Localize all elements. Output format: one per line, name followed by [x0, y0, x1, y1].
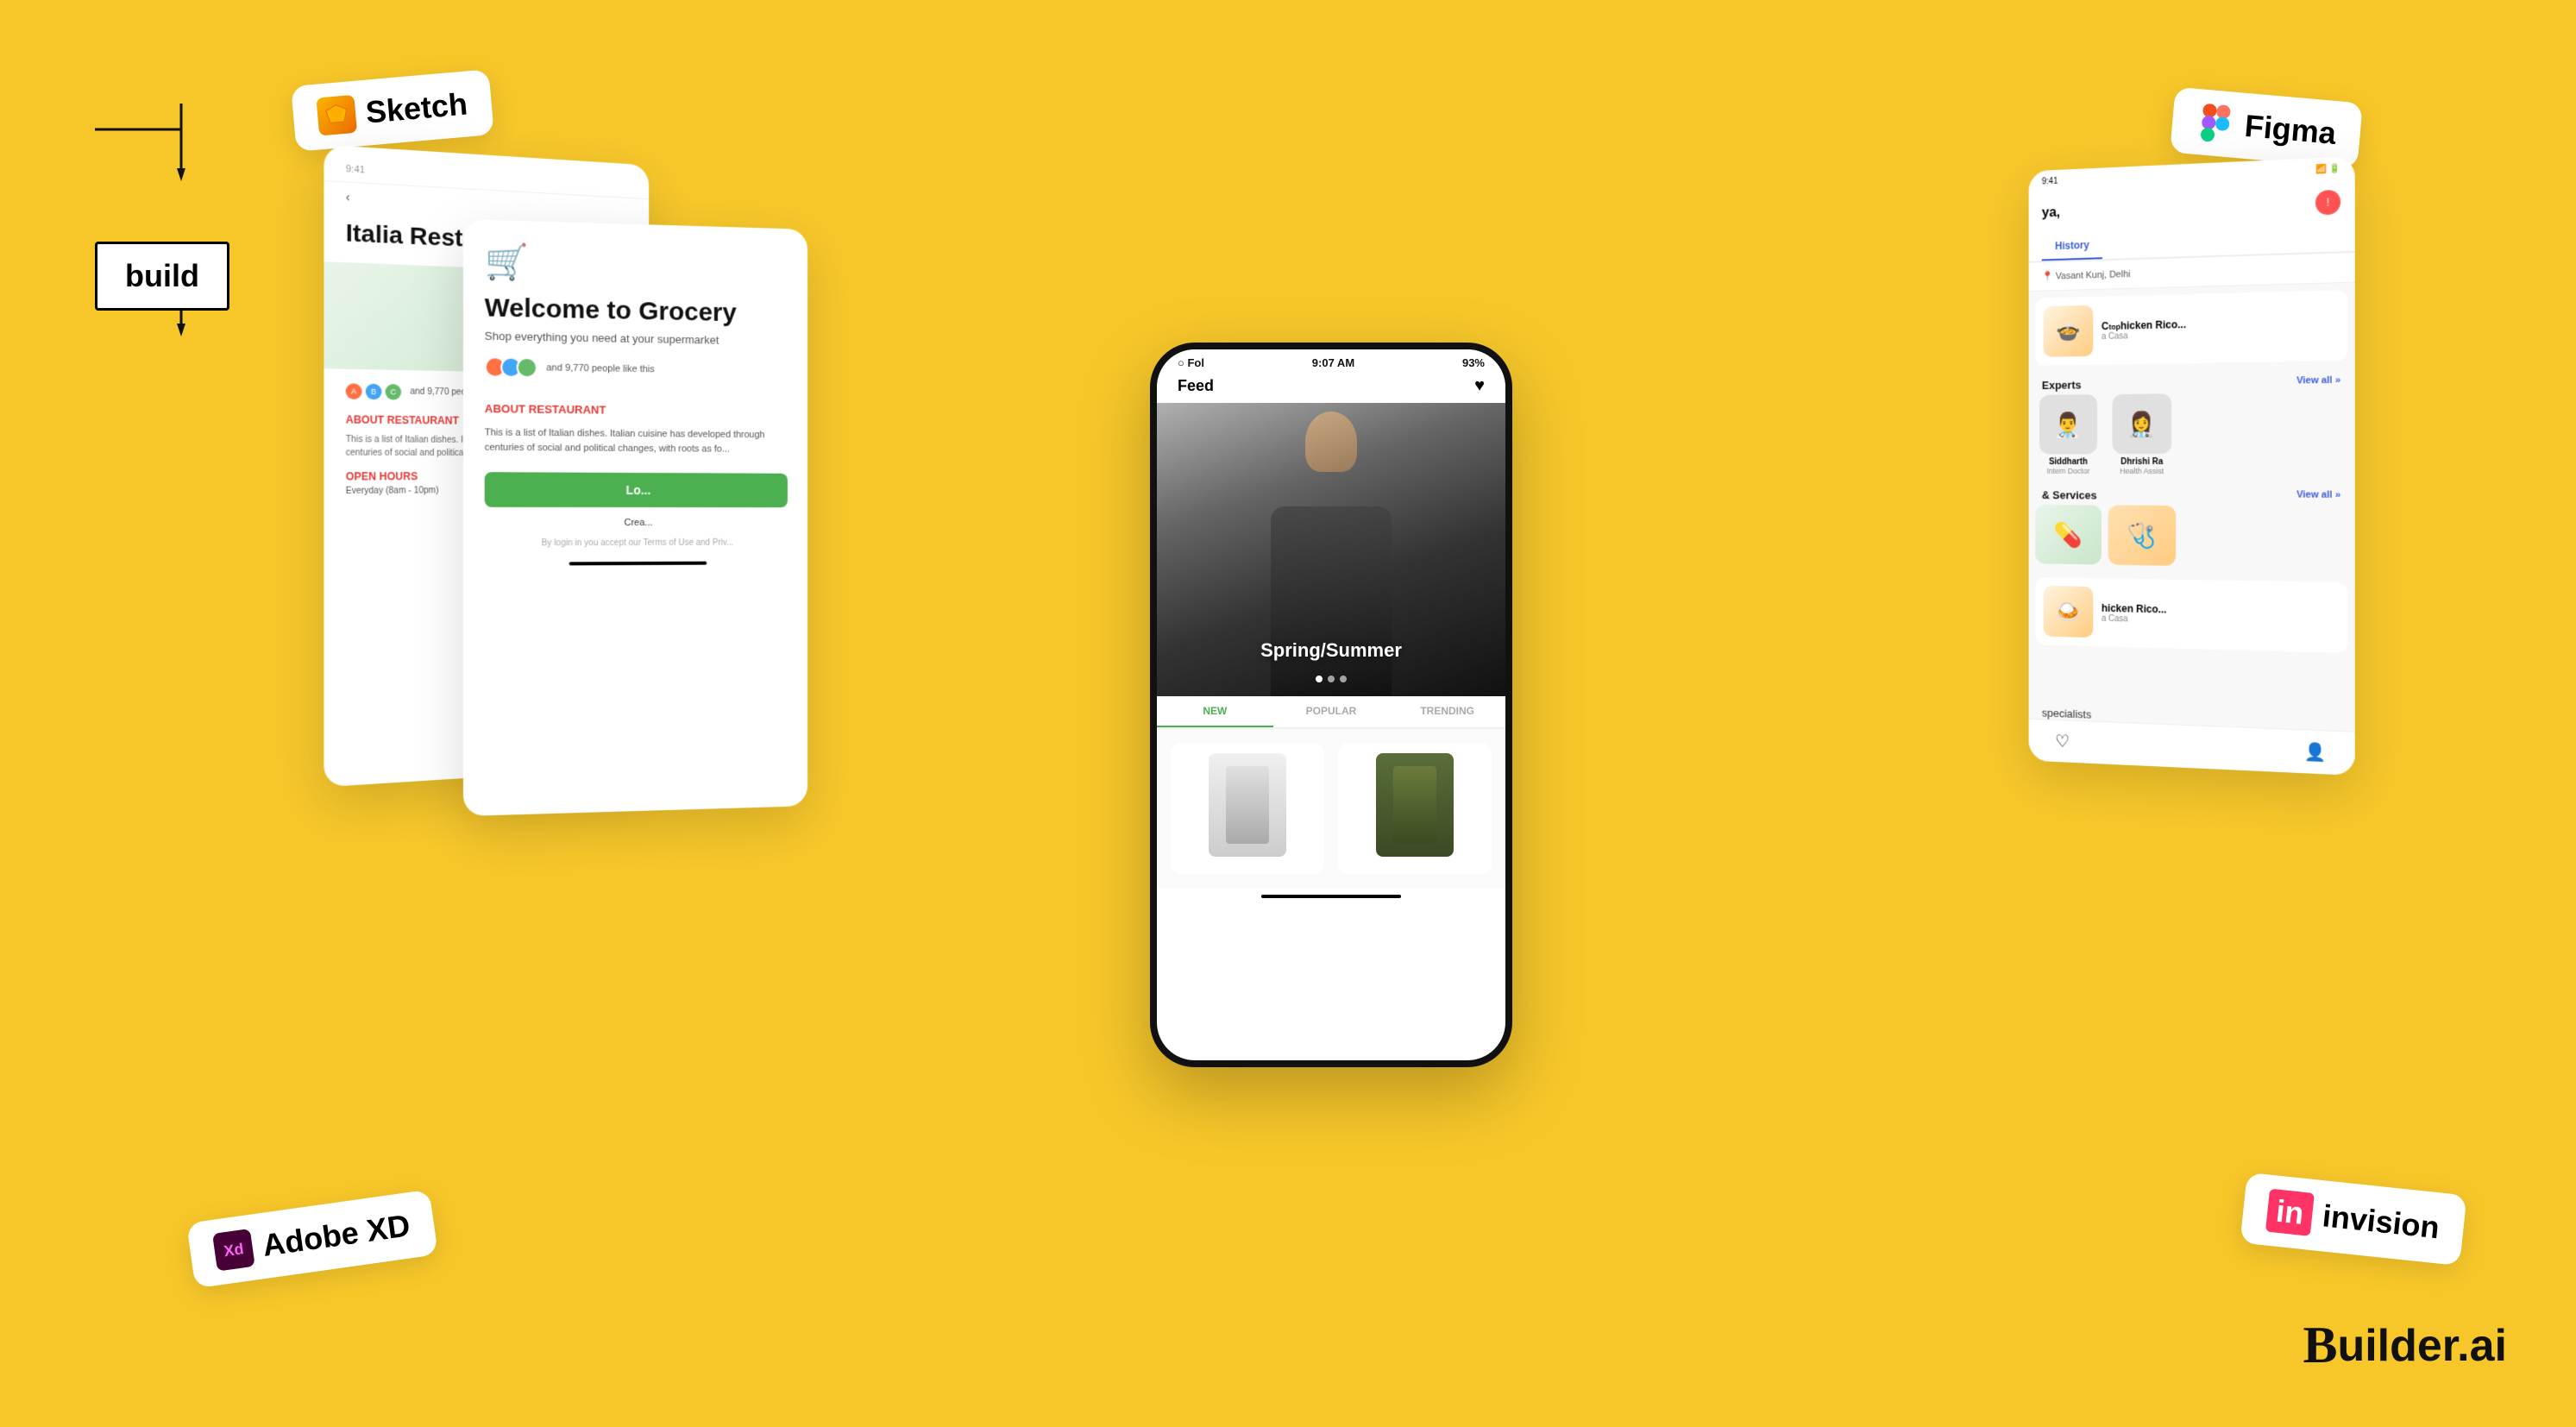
expert-1: 👨‍⚕️ Siddharth Intern Doctor — [2035, 394, 2102, 475]
screens-area: 9:41 ‹ Italia Restaurant 🥗 A B C and 9,7… — [259, 52, 2403, 1358]
phone-status-bar: ○ Fol 9:07 AM 93% — [1157, 349, 1505, 369]
heart-icon: ♥ — [1474, 376, 1485, 396]
avatar1: A — [346, 383, 362, 399]
phone-hero-image: Spring/Summer — [1157, 403, 1505, 696]
food-place-2: a Casa — [2102, 613, 2167, 625]
product-1-image — [1209, 753, 1286, 857]
phone-header: Feed ♥ — [1157, 369, 1505, 403]
product-2 — [1338, 743, 1492, 874]
grocery-create-text: Crea... — [485, 518, 788, 528]
services-view-all[interactable]: View all » — [2296, 489, 2340, 503]
grocery-home-indicator — [569, 562, 707, 566]
tab-popular[interactable]: POPULAR — [1273, 696, 1390, 727]
expert-1-role: Intern Doctor — [2035, 467, 2102, 475]
right-food-card-2: 🍛 hicken Rico... a Casa — [2035, 577, 2347, 653]
builder-b-letter: B — [2303, 1316, 2337, 1375]
product-1 — [1171, 743, 1324, 874]
food-thumb-1: 🍲 — [2044, 305, 2094, 357]
dot-3 — [1340, 676, 1347, 682]
food-info-2: hicken Rico... a Casa — [2102, 601, 2167, 625]
right-username: ya, — [2042, 205, 2060, 221]
grocery-logo: 🛒 — [485, 241, 788, 289]
right-screen: 9:41 📶 🔋 ya, ! History 📍 Vasant Kunj, De… — [2029, 156, 2355, 776]
restaurant-time: 9:41 — [346, 164, 365, 176]
right-time: 9:41 — [2042, 177, 2058, 187]
expert-2: 👩‍⚕️ Dhrishi Ra Health Assist — [2108, 393, 2176, 475]
avatar2: B — [366, 383, 382, 399]
avatar3: C — [386, 384, 402, 400]
right-notification: ! — [2315, 190, 2340, 216]
food-place-1: a Casa — [2102, 330, 2186, 342]
expert-2-avatar: 👩‍⚕️ — [2113, 393, 2172, 454]
grocery-about-text: This is a list of Italian dishes. Italia… — [463, 425, 807, 456]
grocery-screen: 🛒 Welcome to Grocery Shop everything you… — [463, 219, 807, 816]
phone-battery: 93% — [1462, 356, 1485, 369]
builder-rest-text: uilder.ai — [2337, 1320, 2507, 1372]
phone-home-indicator — [1261, 895, 1401, 898]
experts-list: 👨‍⚕️ Siddharth Intern Doctor 👩‍⚕️ Dhrish… — [2029, 392, 2355, 483]
expert-1-name: Siddharth — [2035, 457, 2102, 467]
dot-2 — [1328, 676, 1335, 682]
product-2-image — [1376, 753, 1454, 857]
food-thumb-2: 🍛 — [2044, 586, 2094, 638]
builder-logo: Builder.ai — [2303, 1316, 2507, 1375]
right-services-header: & Services View all » — [2029, 482, 2355, 507]
adobe-xd-icon: Xd — [212, 1229, 255, 1272]
grocery-likes: and 9,770 people like this — [485, 356, 788, 381]
hero-pagination-dots — [1316, 676, 1347, 682]
food-name-2: hicken Rico... — [2102, 601, 2167, 615]
dot-1 — [1316, 676, 1323, 682]
grocery-title: Welcome to Grocery — [485, 292, 788, 330]
right-signal: 📶 🔋 — [2315, 164, 2340, 175]
experts-label: Experts — [2042, 379, 2082, 392]
heart-nav-icon[interactable]: ♡ — [2055, 731, 2070, 752]
grocery-avatar3 — [517, 357, 537, 379]
grocery-login-button[interactable]: Lo... — [485, 472, 788, 507]
service-1: 💊 — [2035, 505, 2102, 565]
right-food-card-1: 🍲 Ctophicken Rico... a Casa — [2035, 290, 2347, 366]
grocery-like-text: and 9,770 people like this — [546, 362, 654, 374]
build-label: build — [125, 258, 199, 293]
right-experts-header: Experts View all » — [2029, 368, 2355, 395]
experts-view-all[interactable]: View all » — [2296, 375, 2340, 389]
expert-2-name: Dhrishi Ra — [2108, 457, 2176, 467]
services-grid: 💊 🩺 — [2029, 505, 2355, 575]
expert-2-role: Health Assist — [2108, 467, 2176, 475]
food-name-1: Ctophicken Rico... — [2102, 318, 2186, 332]
grocery-about-header: ABOUT RESTAURANT — [463, 391, 807, 428]
tab-trending[interactable]: TRENDING — [1389, 696, 1505, 727]
phone-time: 9:07 AM — [1312, 356, 1354, 369]
build-box: build — [69, 242, 204, 311]
food-info-1: Ctophicken Rico... a Casa — [2102, 318, 2186, 342]
profile-nav-icon[interactable]: 👤 — [2304, 741, 2327, 764]
phone-carrier: ○ Fol — [1178, 356, 1204, 369]
tab-new[interactable]: NEW — [1157, 696, 1273, 727]
services-label: & Services — [2042, 488, 2097, 501]
grocery-subtitle: Shop everything you need at your superma… — [485, 330, 788, 348]
phone-tabs: NEW POPULAR TRENDING — [1157, 696, 1505, 729]
expert-1-avatar: 👨‍⚕️ — [2039, 394, 2097, 454]
grocery-terms: By login in you accept our Terms of Use … — [463, 538, 807, 549]
phone-products-grid — [1157, 729, 1505, 888]
center-phone: ○ Fol 9:07 AM 93% Feed ♥ Spring/Summer N… — [1150, 343, 1512, 1067]
phone-header-title: Feed — [1178, 377, 1214, 395]
right-tab-history[interactable]: History — [2042, 232, 2102, 261]
phone-hero-text: Spring/Summer — [1260, 639, 1402, 662]
service-2: 🩺 — [2108, 505, 2176, 565]
